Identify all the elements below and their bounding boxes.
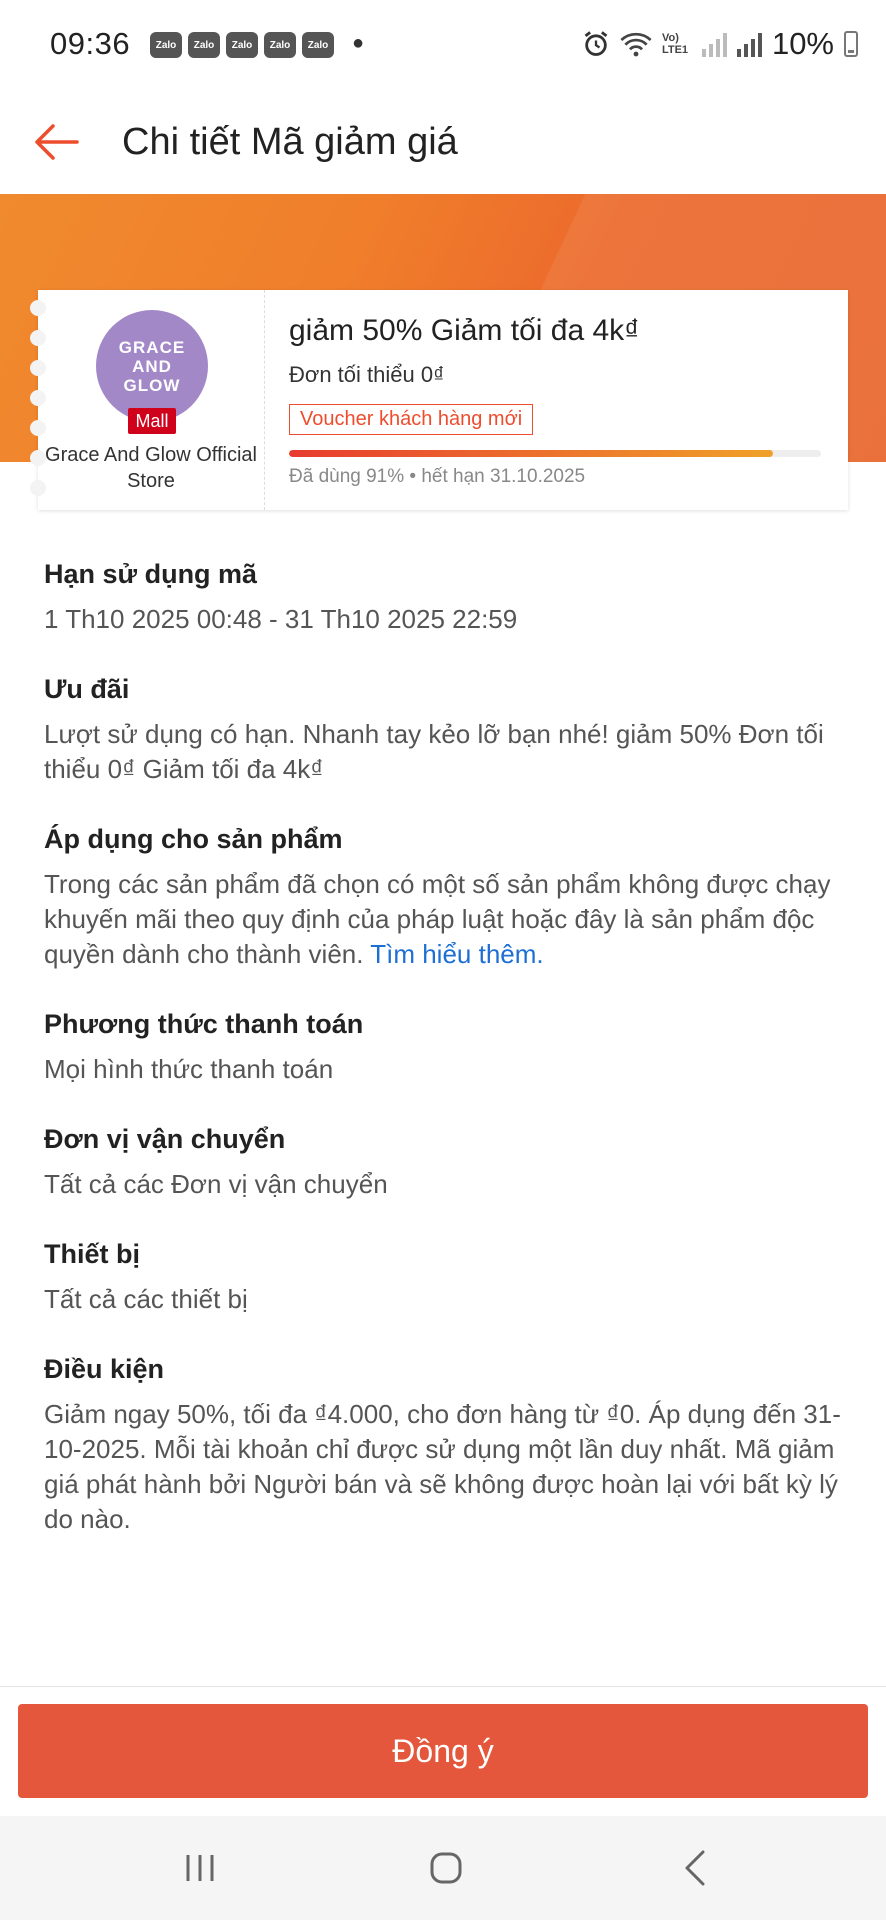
alarm-icon (584, 31, 608, 56)
battery-percent: 10% (771, 26, 834, 61)
voucher-info: giảm 50% Giảm tối đa 4k₫ Đơn tối thiểu 0… (265, 290, 848, 510)
agree-button[interactable]: Đồng ý (18, 1704, 868, 1798)
back-icon (685, 1850, 705, 1886)
mall-badge: Mall (128, 408, 176, 434)
section-title: Phương thức thanh toán (44, 1009, 364, 1039)
page-title: Chi tiết Mã giảm giá (122, 121, 458, 163)
section-title: Đơn vị vận chuyển (44, 1124, 286, 1154)
app-header: Chi tiết Mã giảm giá (0, 92, 886, 194)
voucher-details: Hạn sử dụng mã 1 Th10 2025 00:48 - 31 Th… (44, 556, 844, 1537)
learn-more-link[interactable]: Tìm hiểu thêm. (370, 939, 543, 969)
section-device: Thiết bị Tất cả các thiết bị (44, 1236, 844, 1317)
battery-icon (844, 31, 858, 57)
store-name: Grace And Glow Official Store (45, 444, 257, 492)
zalo-notification-icon: Zalo (226, 32, 258, 58)
wifi-icon (620, 32, 652, 57)
section-body: Mọi hình thức thanh toán (44, 1054, 334, 1084)
section-body: 1 Th10 2025 00:48 - 31 Th10 2025 22:59 (44, 604, 518, 634)
home-icon (430, 1852, 462, 1884)
section-title: Áp dụng cho sản phẩm (44, 824, 343, 854)
network-label: Vo) LTE1 (661, 32, 689, 56)
section-shipping: Đơn vị vận chuyển Tất cả các Đơn vị vận … (44, 1121, 844, 1202)
voucher-min-order: Đơn tối thiểu 0₫ (289, 362, 445, 387)
signal-icon (701, 31, 727, 57)
home-button[interactable] (416, 1842, 476, 1894)
status-right: Vo) LTE1 10% (582, 26, 858, 62)
zalo-notification-icon: Zalo (302, 32, 334, 58)
usage-progress-fill (289, 450, 774, 457)
signal-icon (736, 31, 762, 57)
more-notifications-dot: ● (352, 32, 365, 54)
back-arrow-icon (35, 124, 79, 160)
section-title: Hạn sử dụng mã (44, 559, 258, 589)
section-conditions: Điều kiện Giảm ngay 50%, tối đa ₫4.000, … (44, 1351, 844, 1537)
recent-apps-icon (186, 1855, 214, 1881)
voucher-title: giảm 50% Giảm tối đa 4k₫ (289, 314, 640, 347)
section-title: Điều kiện (44, 1354, 165, 1384)
footer-divider (0, 1686, 886, 1687)
notification-icons: Zalo Zalo Zalo Zalo Zalo (150, 32, 334, 58)
back-button[interactable] (26, 112, 86, 172)
section-body: Giảm ngay 50%, tối đa ₫4.000, cho đơn hà… (44, 1399, 841, 1534)
section-validity: Hạn sử dụng mã 1 Th10 2025 00:48 - 31 Th… (44, 556, 844, 637)
recent-apps-button[interactable] (170, 1842, 230, 1894)
section-offer: Ưu đãi Lượt sử dụng có hạn. Nhanh tay kẻ… (44, 671, 844, 787)
voucher-store-section: GRACE AND GLOW Mall Grace And Glow Offic… (30, 290, 265, 510)
status-bar: 09:36 Zalo Zalo Zalo Zalo Zalo ● Vo) LTE… (0, 0, 886, 92)
store-logo: GRACE AND GLOW (96, 310, 208, 422)
section-payment: Phương thức thanh toán Mọi hình thức tha… (44, 1006, 844, 1087)
section-products: Áp dụng cho sản phẩm Trong các sản phẩm … (44, 821, 844, 972)
zalo-notification-icon: Zalo (150, 32, 182, 58)
section-body: Lượt sử dụng có hạn. Nhanh tay kẻo lỡ bạ… (44, 719, 824, 784)
section-title: Thiết bị (44, 1239, 140, 1269)
system-back-button[interactable] (666, 1842, 726, 1894)
section-body: Trong các sản phẩm đã chọn có một số sản… (44, 869, 831, 969)
voucher-card: GRACE AND GLOW Mall Grace And Glow Offic… (30, 290, 848, 510)
system-nav-bar (0, 1816, 886, 1920)
zalo-notification-icon: Zalo (264, 32, 296, 58)
section-body: Tất cả các thiết bị (44, 1284, 248, 1314)
section-title: Ưu đãi (44, 674, 130, 704)
section-body: Tất cả các Đơn vị vận chuyển (44, 1169, 388, 1199)
voucher-tag: Voucher khách hàng mới (289, 404, 534, 435)
voucher-usage-text: Đã dùng 91% • hết hạn 31.10.2025 (289, 466, 586, 487)
status-time: 09:36 (50, 26, 131, 61)
usage-progress-bar (289, 450, 821, 457)
zalo-notification-icon: Zalo (188, 32, 220, 58)
